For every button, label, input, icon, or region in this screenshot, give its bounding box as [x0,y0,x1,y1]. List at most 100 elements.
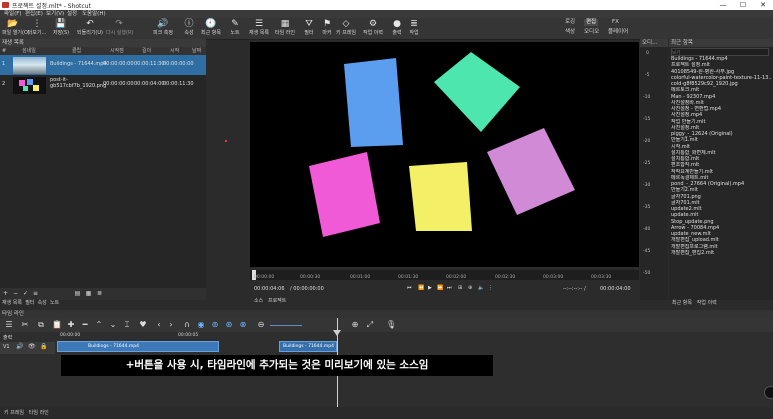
workspace-logging[interactable]: 로깅 [565,19,575,26]
visibility-icon[interactable]: 👁 [28,343,36,350]
split-icon[interactable]: ⌶ [122,320,132,330]
zoom-slider[interactable] [270,325,302,326]
workspace-editing[interactable]: 편집 [584,19,599,26]
more-options-icon[interactable]: ⋮ [488,285,493,291]
tab-properties[interactable]: 속성 [38,300,47,306]
notes-button[interactable]: ✎ 노트 [224,19,246,37]
tab-project[interactable]: 프로젝트 [268,298,286,304]
video-preview[interactable] [250,42,639,267]
prev-marker-icon[interactable]: ‹ [154,320,164,330]
playlist-button[interactable]: ☰ 재생 목록 [248,19,270,37]
ripple-icon[interactable]: ⊚ [210,320,220,330]
assistant-icon[interactable] [764,386,773,399]
grid-icon[interactable]: ⊞ [458,285,462,291]
lock-icon[interactable]: 🔒 [40,343,47,350]
workspace-audio[interactable]: 오디오 [584,29,599,36]
workspace-color[interactable]: 색상 [565,29,575,36]
track-header-v1[interactable]: V1 🔊 👁 🔒 [0,342,55,354]
workspace-player[interactable]: 플레이어 [608,29,628,36]
mute-icon[interactable]: 🔊 [16,343,23,350]
end-time-readout: 00:00:04:00 [600,286,631,292]
scrub-icon[interactable]: ◉ [196,320,206,330]
mouse-cursor [225,140,227,142]
timeline-icon: ▦ [280,19,290,29]
tab-source[interactable]: 소스 [254,298,263,304]
menu-help[interactable]: 도움말(H) [82,10,106,18]
menu-view[interactable]: 보기(V) [46,10,64,18]
paste-icon[interactable]: 📋 [52,320,62,330]
zoom-in-icon[interactable]: ⊕ [350,320,360,330]
keyframe-button[interactable]: ◇ 키 프레임 [335,19,357,37]
ripple-all-icon[interactable]: ⊛ [224,320,234,330]
more-icon: ⋮ [32,19,42,29]
icons-view-button[interactable]: ≣ [96,290,103,297]
zoom-fit-icon[interactable]: ⤢ [365,320,375,330]
rewind-icon[interactable]: ⏪ [418,285,424,291]
recent-search-input[interactable] [671,48,769,56]
timeline-button[interactable]: ▦ 타임 라인 [274,19,296,37]
tab-recent[interactable]: 최근 항목 [672,300,692,306]
workspace-fx[interactable]: FX [612,19,619,26]
marker-add-icon[interactable]: ♥ [138,320,148,330]
timeline-menu-icon[interactable]: ☰ [4,320,14,330]
timeline-clip[interactable]: Buildings - 71644.mp4 [279,341,337,352]
menu-settings[interactable]: 설정 [67,10,77,18]
play-icon[interactable]: ▶ [428,285,432,291]
properties-button[interactable]: ⓘ 속성 [178,19,200,37]
details-view-button[interactable]: ▤ [74,290,81,297]
tab-keyframes[interactable]: 키 프레임 [0,410,24,416]
skip-end-icon[interactable]: ⏭ [447,285,452,291]
job-history-button[interactable]: ⚙ 작업 이력 [362,19,384,37]
current-timecode[interactable]: 00:00:04:06 [254,286,285,292]
maximize-button[interactable]: ☐ [734,0,752,10]
playlist-header: # 섬네일 클립 시작점 길이 시작 날짜 [0,47,206,55]
cut-icon[interactable]: ✂ [20,320,30,330]
redo-button[interactable]: ↷ 다시 실행(R) [106,19,133,37]
overwrite-icon[interactable]: ⌄ [108,320,118,330]
open-file-button[interactable]: 📂 파일 열기(O) [2,19,30,37]
playlist-row[interactable]: 2 post-it-gb517cbf7b_1920.png 00:00:00:0… [0,75,206,95]
fast-forward-icon[interactable]: ⏩ [437,285,443,291]
copy-icon[interactable]: ⧉ [36,320,46,330]
update-clip-button[interactable]: ✓ [22,290,29,297]
undo-button[interactable]: ↶ 되돌리기(U) [77,19,103,37]
skip-start-icon[interactable]: ⏮ [407,285,412,291]
ripple-markers-icon[interactable]: ⊗ [238,320,248,330]
tab-filters[interactable]: 필터 [25,300,34,306]
zoom-icon[interactable]: ⊕ [468,285,472,291]
playlist-row[interactable]: 1 Buildings - 71644.mp4 00:00:00:00 00:0… [0,55,206,75]
next-marker-icon[interactable]: › [166,320,176,330]
zoom-out-icon[interactable]: ⊖ [256,320,266,330]
add-clip-button[interactable]: + [2,290,9,297]
save-button[interactable]: 💾 저장(S) [50,19,72,37]
record-audio-icon[interactable]: 🎙 [386,320,396,330]
minimize-button[interactable]: — [714,0,732,10]
tab-timeline[interactable]: 타임 라인 [29,410,49,416]
open-other-button[interactable]: ⋮ 더보기... [26,19,48,37]
menu-file[interactable]: 파일(F) [4,10,22,18]
lift-icon[interactable]: ⌃ [94,320,104,330]
jobs-button[interactable]: ≣ 작업 [403,19,425,37]
jobs-icon: ⚙ [368,19,378,29]
playlist-title: 재생 목록 [0,39,206,47]
recent-item[interactable]: 개발편집_편집2.mlt [671,250,771,256]
tab-job-history[interactable]: 작업 이력 [697,300,717,306]
tab-notes[interactable]: 노트 [50,300,59,306]
tab-playlist[interactable]: 재생 목록 [2,300,22,306]
peak-meter-button[interactable]: 🔊 피크 측정 [152,19,174,37]
snap-icon[interactable]: ∩ [182,320,192,330]
playlist-menu-button[interactable]: ≡ [32,290,39,297]
shotcut-app-icon [2,2,9,8]
timeline-clip[interactable]: Buildings - 71644.mp4 [57,341,219,352]
close-button[interactable]: ✕ [754,0,772,10]
append-icon[interactable]: ✚ [66,320,76,330]
recent-button[interactable]: 🕘 최근 항목 [200,19,222,37]
menu-edit[interactable]: 편집(E) [25,10,43,18]
playlist-icon: ☰ [254,19,264,29]
audio-meter-title: 오디... [640,39,668,47]
remove-clip-button[interactable]: − [12,290,19,297]
tiles-view-button[interactable]: ▦ [85,290,92,297]
remove-icon[interactable]: ━ [80,320,90,330]
volume-icon[interactable]: 🔈 [478,285,484,291]
player-ruler[interactable]: 00:00:00 00:00:30 00:01:00 00:01:30 00:0… [250,270,639,280]
